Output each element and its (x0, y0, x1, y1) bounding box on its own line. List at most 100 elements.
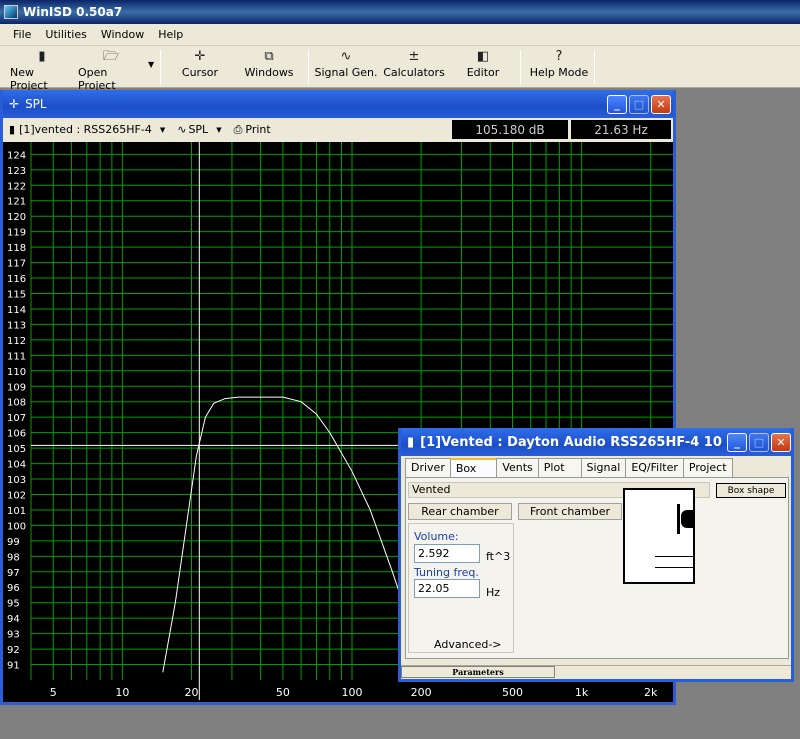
close-button[interactable]: ✕ (651, 95, 671, 114)
box-shape-button[interactable]: Box shape (716, 483, 786, 498)
speaker-icon: ▮ (407, 434, 415, 450)
open-project-button[interactable]: 🗁 Open Project (78, 48, 144, 92)
new-project-button[interactable]: ▮ New Project (10, 48, 74, 92)
calculator-icon: ± (408, 49, 420, 64)
question-icon: ? (555, 49, 563, 64)
help-mode-button[interactable]: ? Help Mode (528, 48, 590, 86)
y-tick-label: 112 (7, 336, 26, 347)
main-toolbar: ▮ New Project 🗁 Open Project ▼ ✛ Cursor … (0, 46, 800, 92)
y-tick-label: 117 (7, 259, 26, 270)
volume-label: Volume: (414, 530, 459, 543)
y-tick-label: 101 (7, 506, 26, 517)
parameters-status-tab[interactable]: Parameters (401, 666, 555, 678)
y-tick-label: 91 (7, 661, 20, 672)
open-dropdown-arrow-icon[interactable]: ▼ (148, 60, 154, 69)
y-tick-label: 94 (7, 614, 20, 625)
advanced-link[interactable]: Advanced-> (434, 638, 502, 651)
toolbar-separator (520, 50, 521, 84)
y-tick-label: 113 (7, 320, 26, 331)
vented-title: [1]Vented : Dayton Audio RSS265HF-4 10 (420, 434, 722, 450)
menu-window[interactable]: Window (94, 26, 151, 43)
maximize-button[interactable]: □ (629, 95, 649, 114)
toolbar-separator (160, 50, 161, 84)
speaker-icon: ▮ (9, 123, 16, 136)
menu-file[interactable]: File (6, 26, 38, 43)
tuning-unit: Hz (486, 586, 501, 599)
y-tick-label: 118 (7, 243, 26, 254)
project-select[interactable]: ▮ [1]vented : RSS265HF-4 ▼ (3, 123, 171, 136)
x-tick-label: 20 (185, 686, 199, 699)
tuning-input[interactable]: 22.05 (414, 579, 480, 598)
box-diagram (623, 488, 695, 584)
rear-chamber-button[interactable]: Rear chamber (408, 503, 512, 520)
sine-wave-icon: ∿ (340, 49, 352, 64)
calculators-button[interactable]: ± Calculators (382, 48, 446, 86)
new-project-icon: ▮ (38, 49, 46, 64)
x-tick-label: 1k (575, 686, 589, 699)
x-tick-label: 2k (644, 686, 658, 699)
spl-title: SPL (25, 97, 47, 111)
crosshair-icon: ✛ (9, 97, 20, 111)
print-button[interactable]: ⎙ Print (228, 123, 277, 137)
volume-input[interactable]: 2.592 (414, 544, 480, 563)
editor-button[interactable]: ◧ Editor (458, 48, 508, 86)
y-tick-label: 120 (7, 212, 26, 223)
x-tick-label: 100 (342, 686, 363, 699)
menu-utilities[interactable]: Utilities (38, 26, 93, 43)
y-tick-label: 108 (7, 398, 26, 409)
y-tick-label: 96 (7, 583, 20, 594)
signal-gen-button[interactable]: ∿ Signal Gen. (314, 48, 378, 86)
cursor-button[interactable]: ✛ Cursor (175, 48, 225, 86)
status-bar: Parameters (401, 665, 791, 679)
x-tick-label: 500 (502, 686, 523, 699)
x-tick-label: 50 (276, 686, 290, 699)
vented-title-bar[interactable]: ▮ [1]Vented : Dayton Audio RSS265HF-4 10… (401, 428, 791, 456)
y-tick-label: 99 (7, 537, 20, 548)
tab-project[interactable]: Project (682, 458, 733, 477)
tab-driver[interactable]: Driver (405, 458, 451, 477)
x-tick-label: 5 (50, 686, 57, 699)
y-tick-label: 106 (7, 429, 26, 440)
y-tick-label: 100 (7, 521, 26, 532)
maximize-button[interactable]: □ (749, 433, 769, 452)
x-tick-label: 200 (411, 686, 432, 699)
y-tick-label: 92 (7, 645, 20, 656)
front-chamber-button[interactable]: Front chamber (518, 503, 622, 520)
close-button[interactable]: ✕ (771, 433, 791, 452)
y-tick-label: 111 (7, 351, 26, 362)
sine-wave-icon: ∿ (177, 123, 187, 136)
tab-eq-filter[interactable]: EQ/Filter (625, 458, 684, 477)
tab-plot[interactable]: Plot (537, 458, 582, 477)
app-title: WinISD 0.50a7 (23, 5, 123, 19)
vented-box-window: ▮ [1]Vented : Dayton Audio RSS265HF-4 10… (398, 428, 794, 682)
volume-unit: ft^3 (486, 550, 511, 563)
y-tick-label: 109 (7, 382, 26, 393)
minimize-button[interactable]: _ (727, 433, 747, 452)
vent-line (655, 567, 693, 568)
y-tick-label: 115 (7, 290, 26, 301)
driver-cone-icon (681, 510, 693, 528)
y-tick-label: 98 (7, 552, 20, 563)
menu-help[interactable]: Help (151, 26, 190, 43)
view-select[interactable]: ∿ SPL ▼ (171, 123, 227, 136)
y-tick-label: 105 (7, 444, 26, 455)
y-tick-label: 123 (7, 166, 26, 177)
y-tick-label: 114 (7, 305, 26, 316)
windows-icon: ⧉ (264, 49, 274, 64)
vent-line (655, 556, 693, 557)
y-tick-label: 119 (7, 228, 26, 239)
tab-box[interactable]: Box (449, 458, 498, 477)
spl-title-bar[interactable]: ✛ SPL _ □ ✕ (3, 90, 673, 118)
windows-button[interactable]: ⧉ Windows (241, 48, 297, 86)
y-tick-label: 124 (7, 150, 26, 161)
tab-vents[interactable]: Vents (496, 458, 539, 477)
minimize-button[interactable]: _ (607, 95, 627, 114)
chevron-down-icon: ▼ (159, 125, 166, 134)
y-tick-label: 97 (7, 568, 20, 579)
chevron-down-icon: ▼ (216, 125, 222, 134)
tab-signal[interactable]: Signal (580, 458, 627, 477)
y-tick-label: 104 (7, 460, 26, 471)
y-tick-label: 103 (7, 475, 26, 486)
y-tick-label: 107 (7, 413, 26, 424)
spl-curve (162, 396, 422, 673)
